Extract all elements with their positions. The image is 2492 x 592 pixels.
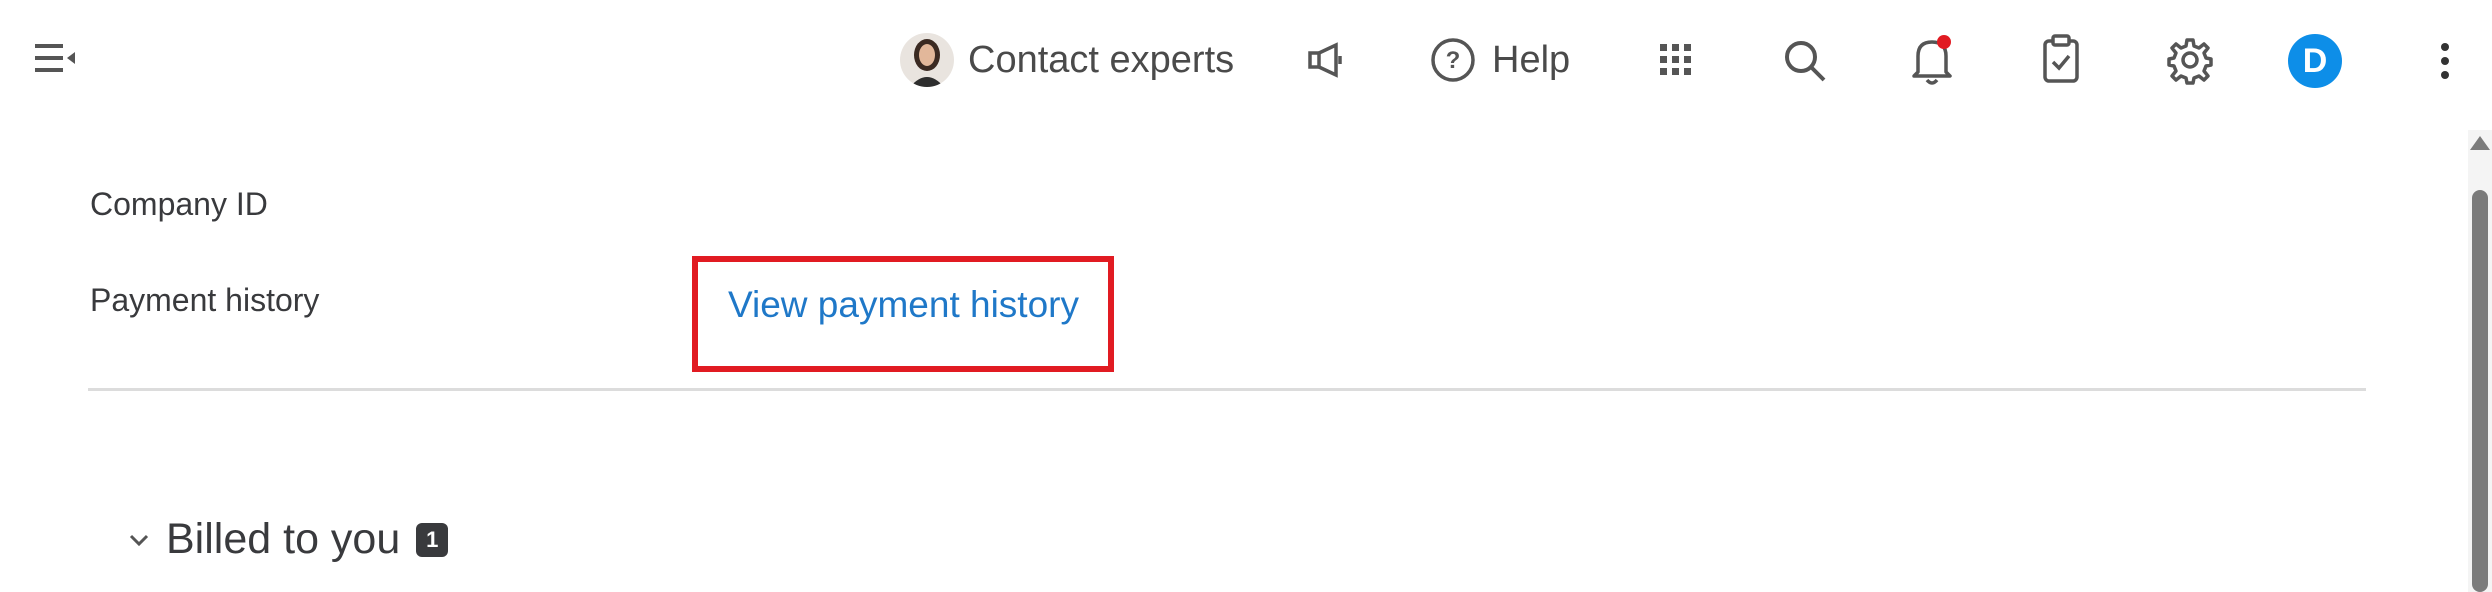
notification-dot (1937, 35, 1951, 49)
megaphone-icon[interactable] (1300, 34, 1352, 86)
top-navigation-bar: Contact experts ? Help D (0, 0, 2492, 120)
avatar: D (2288, 34, 2342, 88)
billed-to-you-toggle[interactable]: Billed to you 1 (128, 515, 449, 564)
search-icon[interactable] (1778, 34, 1832, 88)
billed-to-you-title: Billed to you (166, 515, 401, 563)
gear-icon[interactable] (2162, 32, 2218, 88)
payment-history-label: Payment history (90, 282, 320, 318)
user-avatar-button[interactable]: D (2288, 34, 2342, 88)
bell-icon[interactable] (1904, 30, 1960, 90)
collapse-menu-icon[interactable] (28, 36, 82, 80)
kebab-icon[interactable] (2430, 36, 2460, 86)
vertical-scrollbar-thumb[interactable] (2472, 190, 2488, 592)
contact-experts-label: Contact experts (968, 38, 1235, 81)
scroll-up-arrow-icon[interactable] (2470, 136, 2490, 150)
section-divider (88, 388, 2366, 391)
contact-experts-button[interactable]: Contact experts (900, 30, 1234, 90)
help-label: Help (1492, 38, 1571, 81)
help-button[interactable]: ? Help (1428, 32, 1570, 88)
grid-apps-icon[interactable] (1650, 34, 1702, 86)
clipboard-check-icon[interactable] (2034, 30, 2088, 88)
chevron-down-icon (129, 534, 149, 546)
expert-avatar (900, 33, 954, 87)
help-icon: ? (1431, 38, 1475, 82)
svg-text:?: ? (1446, 47, 1461, 74)
company-id-label: Company ID (90, 186, 268, 222)
highlight-box (692, 256, 1114, 372)
count-badge: 1 (416, 522, 449, 557)
